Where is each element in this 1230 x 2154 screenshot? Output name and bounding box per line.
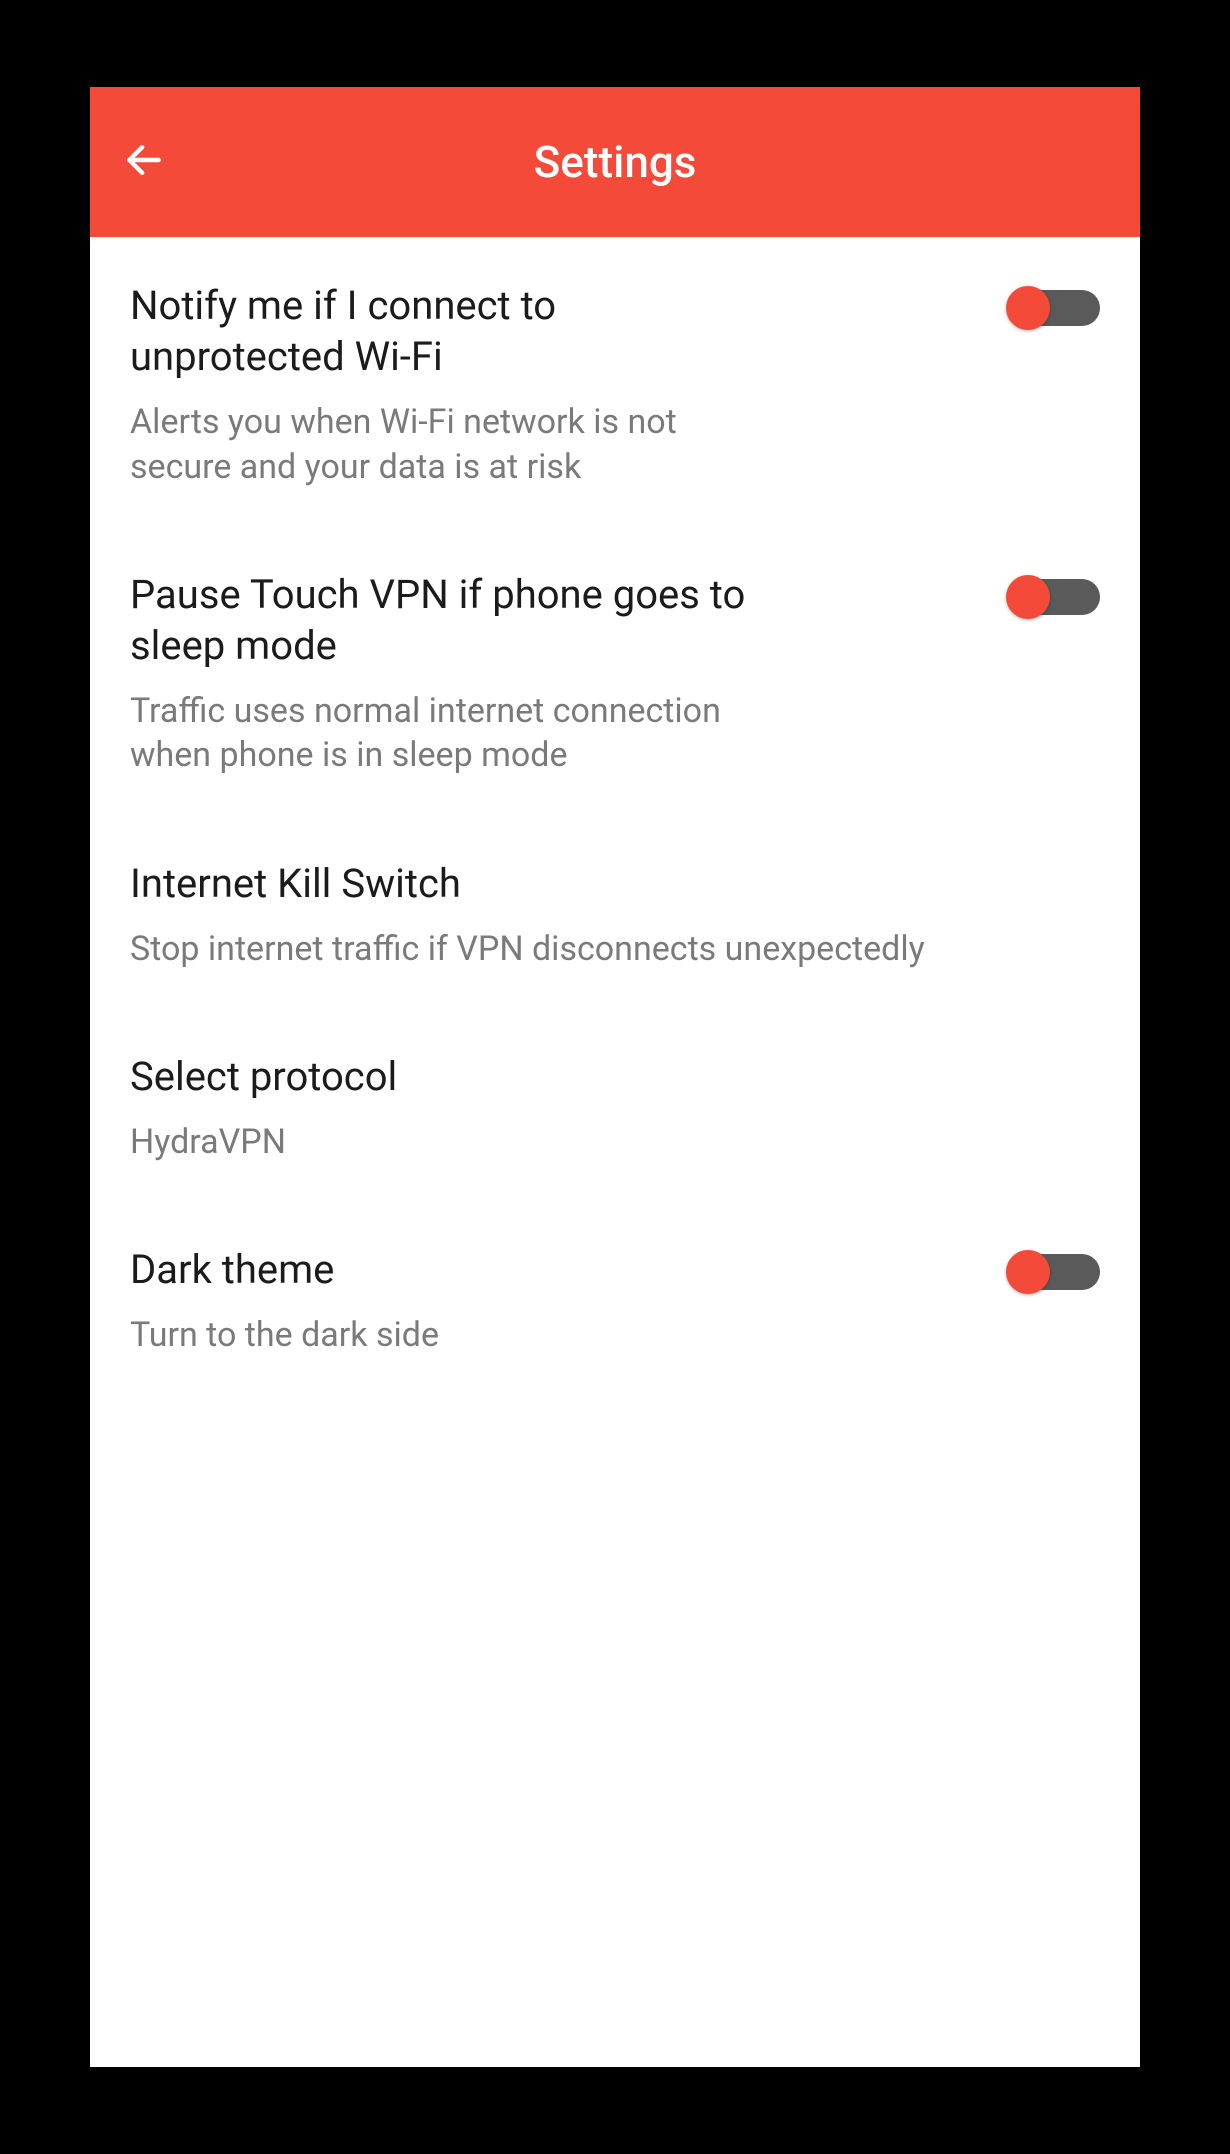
pause-sleep-toggle[interactable]: [1006, 575, 1100, 619]
wifi-notify-toggle[interactable]: [1006, 286, 1100, 330]
appbar: Settings: [90, 87, 1140, 237]
setting-title: Select protocol: [130, 1051, 1100, 1102]
toggle-thumb: [1006, 1250, 1050, 1294]
setting-title: Pause Touch VPN if phone goes to sleep m…: [130, 569, 770, 671]
settings-screen: Settings Notify me if I connect to unpro…: [90, 87, 1140, 2067]
arrow-left-icon: [122, 138, 166, 186]
setting-text: Internet Kill Switch Stop internet traff…: [130, 858, 1100, 971]
dark-theme-toggle[interactable]: [1006, 1250, 1100, 1294]
setting-kill-switch[interactable]: Internet Kill Switch Stop internet traff…: [130, 816, 1100, 1009]
setting-text: Pause Touch VPN if phone goes to sleep m…: [130, 569, 976, 778]
setting-dark-theme[interactable]: Dark theme Turn to the dark side: [130, 1202, 1100, 1395]
setting-description: Alerts you when Wi-Fi network is not sec…: [130, 400, 770, 488]
setting-text: Dark theme Turn to the dark side: [130, 1244, 976, 1357]
setting-select-protocol[interactable]: Select protocol HydraVPN: [130, 1009, 1100, 1202]
setting-title: Dark theme: [130, 1244, 976, 1295]
toggle-thumb: [1006, 575, 1050, 619]
setting-description: Stop internet traffic if VPN disconnects…: [130, 927, 1100, 971]
settings-list: Notify me if I connect to unprotected Wi…: [90, 237, 1140, 2067]
setting-title: Internet Kill Switch: [130, 858, 1100, 909]
setting-wifi-notify[interactable]: Notify me if I connect to unprotected Wi…: [130, 238, 1100, 527]
setting-value: HydraVPN: [130, 1120, 1100, 1164]
setting-text: Select protocol HydraVPN: [130, 1051, 1100, 1164]
setting-text: Notify me if I connect to unprotected Wi…: [130, 280, 976, 489]
setting-description: Turn to the dark side: [130, 1313, 976, 1357]
setting-pause-sleep[interactable]: Pause Touch VPN if phone goes to sleep m…: [130, 527, 1100, 816]
back-button[interactable]: [110, 132, 170, 192]
setting-title: Notify me if I connect to unprotected Wi…: [130, 280, 770, 382]
toggle-thumb: [1006, 286, 1050, 330]
page-title: Settings: [90, 136, 1140, 188]
setting-description: Traffic uses normal internet connection …: [130, 689, 770, 777]
